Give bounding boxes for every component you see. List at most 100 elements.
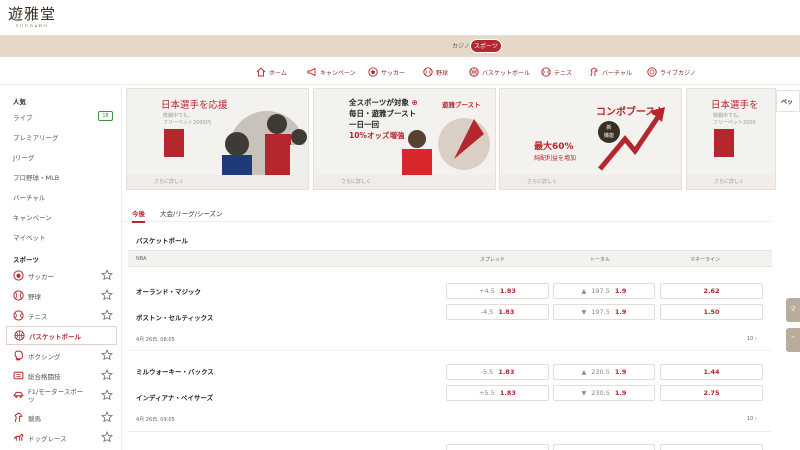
nav-item-tennis[interactable]: テニス — [541, 65, 572, 79]
odds-button-moneyline[interactable] — [660, 444, 763, 450]
banner-more-link[interactable]: さらに詳しく — [500, 175, 681, 189]
col-spread: スプレッド — [480, 257, 506, 263]
star-icon[interactable] — [101, 309, 113, 321]
baseball-icon — [13, 290, 24, 301]
under-arrow-icon: ▼ — [581, 308, 587, 316]
odds-button-total[interactable]: ▼ 197.5 1.9 — [553, 304, 655, 320]
sidebar-sport-boxing[interactable]: ボクシング — [6, 346, 117, 365]
odds-button-spread[interactable]: +4.5 1.83 — [446, 283, 549, 299]
row-divider — [128, 431, 772, 432]
odds-price: 2.75 — [703, 389, 720, 397]
nav-item-home[interactable]: ホーム — [256, 65, 287, 79]
sidebar-item-label: プレミアリーグ — [13, 133, 59, 142]
promo-banner-japan-2[interactable]: 日本選手を 敗戦中でも、 フリーベット2000 さらに詳しく — [686, 88, 776, 190]
sidebar-item-label: テニス — [28, 312, 48, 321]
sidebar-sport-soccer[interactable]: サッカー — [6, 266, 117, 285]
mode-sports-button[interactable]: スポーツ — [470, 39, 502, 53]
banner-more-link[interactable]: さらに詳しく — [127, 175, 308, 189]
star-icon[interactable] — [101, 289, 113, 301]
odds-price: 1.9 — [614, 287, 627, 295]
floating-menu-button[interactable]: マ — [786, 298, 800, 322]
nav-label: サッカー — [381, 69, 406, 77]
team-home[interactable]: オーランド・マジック — [136, 286, 201, 296]
banner-sub-line: フリーベット2000円 — [163, 120, 211, 126]
odds-button-total[interactable]: ▲ 197.5 1.9 — [553, 283, 655, 299]
main-nav: ホーム キャンペーン サッカー 野球 バスケットボール テニス バーチャル ライ… — [0, 57, 800, 85]
sports-heading: スポーツ — [13, 256, 39, 264]
sidebar-item-j-league[interactable]: Jリーグ — [6, 147, 117, 166]
sidebar-sport-tennis[interactable]: テニス — [6, 306, 117, 325]
star-icon[interactable] — [101, 269, 113, 281]
banner-more-link[interactable]: さらに詳しく — [314, 175, 495, 189]
total-line: 230.5 — [591, 389, 610, 397]
league-name: NBA — [136, 256, 147, 262]
sidebar-sport-mma[interactable]: 総合格闘技 — [6, 366, 117, 385]
star-icon[interactable] — [101, 349, 113, 361]
odds-button-total[interactable] — [553, 444, 655, 450]
sidebar-item-npb-mlb[interactable]: プロ野球・MLB — [6, 167, 117, 186]
nav-item-baseball[interactable]: 野球 — [423, 65, 448, 79]
team-away[interactable]: インディアナ・ペイサーズ — [136, 392, 213, 402]
sidebar-item-label: キャンペーン — [13, 213, 52, 222]
tab-upcoming[interactable]: 今後 — [132, 208, 145, 223]
promo-banner-combo-boost[interactable]: コンボブースト 新機能 最大60% 純配利益を増加 さらに詳しく — [499, 88, 682, 190]
odds-button-spread[interactable]: +5.5 1.83 — [446, 385, 549, 401]
sidebar-item-campaign[interactable]: キャンペーン — [6, 207, 117, 226]
odds-button-total[interactable]: ▼ 230.5 1.9 — [553, 385, 655, 401]
fighting-icon — [13, 371, 24, 380]
star-icon[interactable] — [101, 431, 113, 443]
sidebar-item-live[interactable]: ライブ 18 — [6, 107, 117, 126]
star-icon[interactable] — [101, 369, 113, 381]
banner-more-link[interactable]: さらに詳しく — [687, 175, 775, 189]
sidebar-item-my-bets[interactable]: マイベット — [6, 227, 117, 246]
more-markets-count: 10 — [747, 336, 754, 342]
banner-sub-line: 敗戦中でも、 — [163, 113, 193, 119]
odds-button-moneyline[interactable]: 2.62 — [660, 283, 763, 299]
promo-banner-daily-boost[interactable]: 全スポーツが対象 ⊕ 毎日・遊雅ブースト 一日一回 10%オッズ増強 遊雅ブース… — [313, 88, 496, 190]
nav-item-basketball[interactable]: バスケットボール — [469, 65, 530, 79]
banner-line: 一日一回 — [349, 120, 379, 129]
odds-button-moneyline[interactable]: 1.44 — [660, 364, 763, 380]
odds-button-spread[interactable]: -5.5 1.83 — [446, 364, 549, 380]
new-feature-badge: 新機能 — [598, 121, 620, 143]
banner-line: 10%オッズ増強 — [349, 131, 405, 140]
team-away[interactable]: ボストン・セルティックス — [136, 312, 213, 322]
handicap-line: -4.5 — [480, 308, 494, 316]
star-icon[interactable] — [101, 389, 113, 401]
nav-item-virtual[interactable]: バーチャル — [589, 65, 632, 79]
nav-label: バーチャル — [602, 69, 632, 77]
betslip-panel-title[interactable]: ベッ — [776, 90, 800, 112]
sidebar-sport-motorsport[interactable]: F1/モータースポーツ — [6, 386, 117, 408]
nav-item-live-casino[interactable]: ライブカジノ — [647, 65, 696, 79]
star-icon[interactable] — [101, 411, 113, 423]
sidebar-sport-horse-racing[interactable]: 競馬 — [6, 408, 117, 427]
sidebar-sport-baseball[interactable]: 野球 — [6, 286, 117, 305]
team-home[interactable]: ミルウォーキー・バックス — [136, 366, 214, 376]
odds-price: 1.44 — [703, 368, 720, 376]
odds-button-spread[interactable] — [446, 444, 549, 450]
odds-button-moneyline[interactable]: 1.50 — [660, 304, 763, 320]
sidebar-item-label: 野球 — [28, 292, 41, 301]
odds-button-total[interactable]: ▲ 230.5 1.9 — [553, 364, 655, 380]
more-markets-link[interactable]: 10 › — [747, 336, 757, 342]
event-tabs: 今後 大会/リーグ/シーズン — [122, 206, 772, 223]
mode-casino-link[interactable]: カジノ — [452, 41, 470, 50]
scroll-top-button[interactable]: ^ — [786, 328, 800, 352]
sidebar-sport-basketball[interactable]: バスケットボール — [6, 326, 117, 345]
nav-item-campaign[interactable]: キャンペーン — [307, 65, 356, 79]
odds-price: 1.50 — [703, 308, 720, 316]
nav-label: テニス — [554, 69, 573, 77]
sidebar-sport-dog-racing[interactable]: ドッグレース — [6, 428, 117, 447]
odds-button-spread[interactable]: -4.5 1.83 — [446, 304, 549, 320]
odds-button-moneyline[interactable]: 2.75 — [660, 385, 763, 401]
brand-logo[interactable]: 遊雅堂 YUUGADO — [8, 5, 56, 28]
nav-item-soccer[interactable]: サッカー — [368, 65, 405, 79]
sidebar-item-virtual[interactable]: バーチャル — [6, 187, 117, 206]
sidebar-item-label: サッカー — [28, 272, 54, 281]
sidebar-item-premier-league[interactable]: プレミアリーグ — [6, 127, 117, 146]
banner-percent: 最大60% — [534, 142, 574, 152]
more-markets-link[interactable]: 10 › — [747, 416, 757, 422]
tab-competitions[interactable]: 大会/リーグ/シーズン — [160, 208, 223, 218]
nav-label: ホーム — [269, 69, 287, 77]
promo-banner-japan[interactable]: 日本選手を応援 敗戦中でも、 フリーベット2000円 さらに詳しく — [126, 88, 309, 190]
